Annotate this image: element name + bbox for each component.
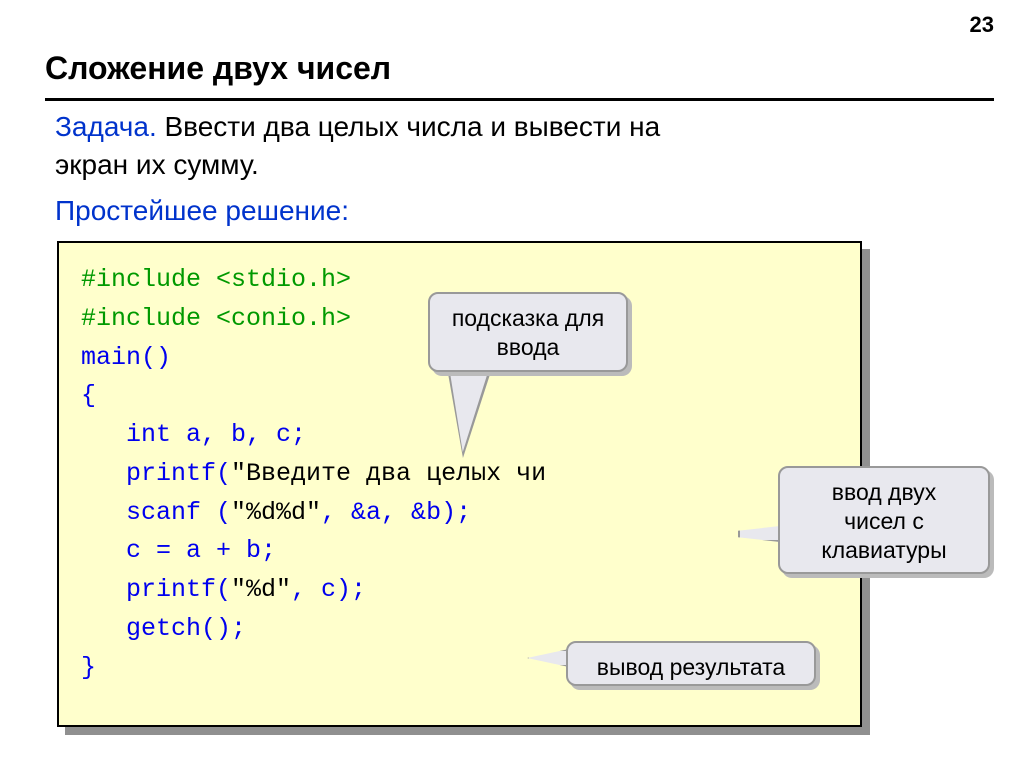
callout-2-line3: клавиатуры [821, 537, 946, 563]
code-printf1-a: printf( [81, 459, 231, 488]
callout-1-line2: ввода [497, 334, 560, 360]
solution-label: Простейшее решение: [55, 195, 349, 227]
code-getch: getch(); [81, 614, 246, 643]
code-assign: c = a + b; [81, 536, 276, 565]
task-label: Задача. [55, 111, 157, 142]
task-text-2: экран их сумму. [55, 149, 259, 180]
callout-3-text: вывод результата [597, 654, 785, 680]
task-block: Задача. Ввести два целых числа и вывести… [55, 108, 984, 184]
code-scanf-a: scanf ( [81, 498, 231, 527]
slide-title: Сложение двух чисел [45, 50, 391, 87]
code-printf1-b: "Введите два целых чи [231, 459, 546, 488]
task-text-1: Ввести два целых числа и вывести на [157, 111, 660, 142]
title-underline [45, 98, 994, 101]
callout-2-line2: чисел с [844, 508, 924, 534]
code-brace-open: { [81, 381, 96, 410]
callout-input-keyboard: ввод двух чисел с клавиатуры [778, 466, 990, 574]
callout-2-line1: ввод двух [832, 479, 936, 505]
callout-1-line1: подсказка для [452, 305, 604, 331]
page-number: 23 [970, 12, 994, 38]
code-scanf-b: "%d%d" [231, 498, 321, 527]
callout-hint-input: подсказка для ввода [428, 292, 628, 372]
code-include-1: #include <stdio.h> [81, 265, 351, 294]
code-scanf-c: , &a, &b); [321, 498, 471, 527]
code-include-2: #include <conio.h> [81, 304, 351, 333]
code-printf2-a: printf( [81, 575, 231, 604]
code-printf2-c: , c); [291, 575, 366, 604]
code-brace-close: } [81, 653, 96, 682]
callout-output-result: вывод результата [566, 641, 816, 686]
code-main: main() [81, 343, 171, 372]
code-printf2-b: "%d" [231, 575, 291, 604]
code-decl: int a, b, c; [81, 420, 306, 449]
